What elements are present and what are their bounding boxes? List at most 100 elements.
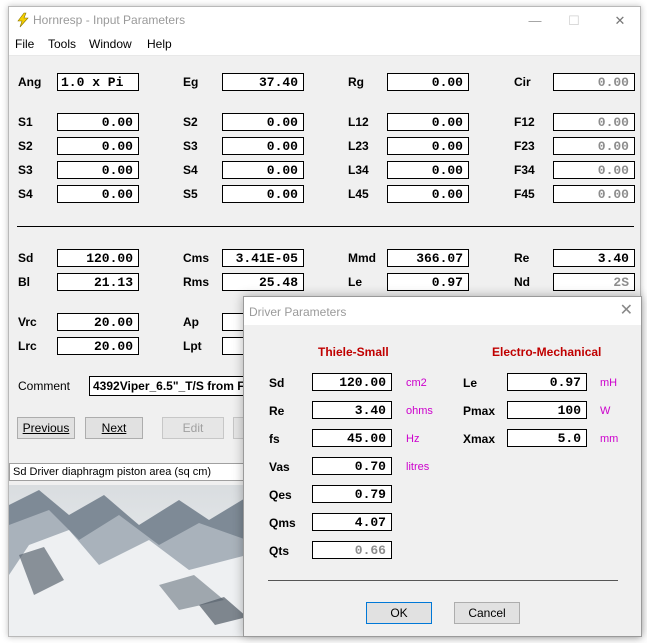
s4-field[interactable]: 0.00	[57, 185, 139, 203]
rms-label: Rms	[183, 275, 210, 289]
ts-fs-label: fs	[269, 432, 280, 446]
ts-vas-unit: litres	[406, 461, 430, 473]
re-label: Re	[514, 251, 530, 265]
driver-parameters-dialog: Driver Parameters ✕ Thiele-Small Electro…	[243, 296, 642, 637]
eg-label: Eg	[183, 75, 199, 89]
s5-label: S5	[183, 187, 198, 201]
cancel-button[interactable]: Cancel	[454, 602, 520, 624]
vrc-field[interactable]: 20.00	[57, 313, 139, 331]
ap-label: Ap	[183, 315, 199, 329]
ts-qms-field[interactable]: 4.07	[312, 513, 392, 531]
dialog-separator	[268, 580, 618, 581]
menu-tools[interactable]: Tools	[48, 37, 76, 51]
minimize-button[interactable]: —	[521, 11, 549, 31]
s1-field[interactable]: 0.00	[57, 113, 139, 131]
em-pmax-field[interactable]: 100	[507, 401, 587, 419]
s4b-label: S4	[183, 163, 198, 177]
f12-field[interactable]: 0.00	[553, 113, 635, 131]
em-le-unit: mH	[600, 377, 618, 389]
cir-field[interactable]: 0.00	[553, 73, 635, 91]
s1-label: S1	[18, 115, 33, 129]
ts-qts-field[interactable]: 0.66	[312, 541, 392, 559]
em-xmax-unit: mm	[600, 433, 619, 445]
ok-button[interactable]: OK	[366, 602, 432, 624]
vrc-label: Vrc	[18, 315, 37, 329]
f12-label: F12	[514, 115, 535, 129]
em-le-field[interactable]: 0.97	[507, 373, 587, 391]
eg-field[interactable]: 37.40	[222, 73, 304, 91]
ts-re-label: Re	[269, 404, 285, 418]
menu-window[interactable]: Window	[89, 37, 132, 51]
thiele-small-header: Thiele-Small	[318, 345, 389, 359]
menu-help[interactable]: Help	[147, 37, 172, 51]
ts-qes-field[interactable]: 0.79	[312, 485, 392, 503]
l12-field[interactable]: 0.00	[387, 113, 469, 131]
sd-field[interactable]: 120.00	[57, 249, 139, 267]
ts-vas-field[interactable]: 0.70	[312, 457, 392, 475]
previous-label: Previous	[22, 421, 70, 435]
l23-field[interactable]: 0.00	[387, 137, 469, 155]
background-photo	[9, 485, 247, 636]
window-title: Hornresp - Input Parameters	[33, 13, 186, 27]
ts-re-field[interactable]: 3.40	[312, 401, 392, 419]
ts-sd-label: Sd	[269, 376, 285, 390]
next-button[interactable]: Next	[85, 417, 143, 439]
em-pmax-unit: W	[600, 405, 611, 417]
ts-sd-field[interactable]: 120.00	[312, 373, 392, 391]
ts-vas-label: Vas	[269, 460, 290, 474]
mountain-photo-image	[9, 485, 247, 636]
comment-field[interactable]: 4392Viper_6.5"_T/S from F	[89, 376, 249, 396]
edit-button[interactable]: Edit	[162, 417, 224, 439]
cms-field[interactable]: 3.41E-05	[222, 249, 304, 267]
ts-fs-field[interactable]: 45.00	[312, 429, 392, 447]
lpt-label: Lpt	[183, 339, 202, 353]
l45-field[interactable]: 0.00	[387, 185, 469, 203]
s2-label: S2	[18, 139, 33, 153]
f45-field[interactable]: 0.00	[553, 185, 635, 203]
ts-qms-label: Qms	[269, 516, 296, 530]
s2-field[interactable]: 0.00	[57, 137, 139, 155]
maximize-button[interactable]: ☐	[560, 11, 588, 31]
cir-label: Cir	[514, 75, 531, 89]
lrc-field[interactable]: 20.00	[57, 337, 139, 355]
f34-field[interactable]: 0.00	[553, 161, 635, 179]
lrc-label: Lrc	[18, 339, 37, 353]
ts-re-unit: ohms	[406, 405, 433, 417]
dialog-close-icon[interactable]: ✕	[620, 300, 633, 320]
ang-field[interactable]: 1.0 x Pi	[57, 73, 139, 91]
re-field[interactable]: 3.40	[553, 249, 635, 267]
ts-sd-unit: cm2	[406, 377, 427, 389]
menu-bar: File Tools Window Help	[9, 35, 640, 56]
rms-field[interactable]: 25.48	[222, 273, 304, 291]
s3-field[interactable]: 0.00	[57, 161, 139, 179]
s5-field[interactable]: 0.00	[222, 185, 304, 203]
l34-field[interactable]: 0.00	[387, 161, 469, 179]
electro-mechanical-header: Electro-Mechanical	[492, 345, 602, 359]
title-bar: Hornresp - Input Parameters — ☐ ✕	[9, 7, 640, 35]
next-label: Next	[101, 421, 127, 435]
le-label: Le	[348, 275, 363, 289]
close-button[interactable]: ✕	[606, 11, 634, 31]
em-pmax-label: Pmax	[463, 404, 496, 418]
menu-file[interactable]: File	[15, 37, 34, 51]
nd-field[interactable]: 2S	[553, 273, 635, 291]
s3b-label: S3	[183, 139, 198, 153]
l34-label: L34	[348, 163, 369, 177]
f23-label: F23	[514, 139, 535, 153]
s2b-field[interactable]: 0.00	[222, 113, 304, 131]
ts-qes-label: Qes	[269, 488, 292, 502]
f23-field[interactable]: 0.00	[553, 137, 635, 155]
mmd-field[interactable]: 366.07	[387, 249, 469, 267]
rg-field[interactable]: 0.00	[387, 73, 469, 91]
l23-label: L23	[348, 139, 369, 153]
previous-button[interactable]: Previous	[17, 417, 75, 439]
f34-label: F34	[514, 163, 535, 177]
em-xmax-field[interactable]: 5.0	[507, 429, 587, 447]
s4b-field[interactable]: 0.00	[222, 161, 304, 179]
le-field[interactable]: 0.97	[387, 273, 469, 291]
mmd-label: Mmd	[348, 251, 376, 265]
rg-label: Rg	[348, 75, 364, 89]
bl-field[interactable]: 21.13	[57, 273, 139, 291]
s3b-field[interactable]: 0.00	[222, 137, 304, 155]
status-bar: Sd Driver diaphragm piston area (sq cm)	[9, 463, 247, 481]
